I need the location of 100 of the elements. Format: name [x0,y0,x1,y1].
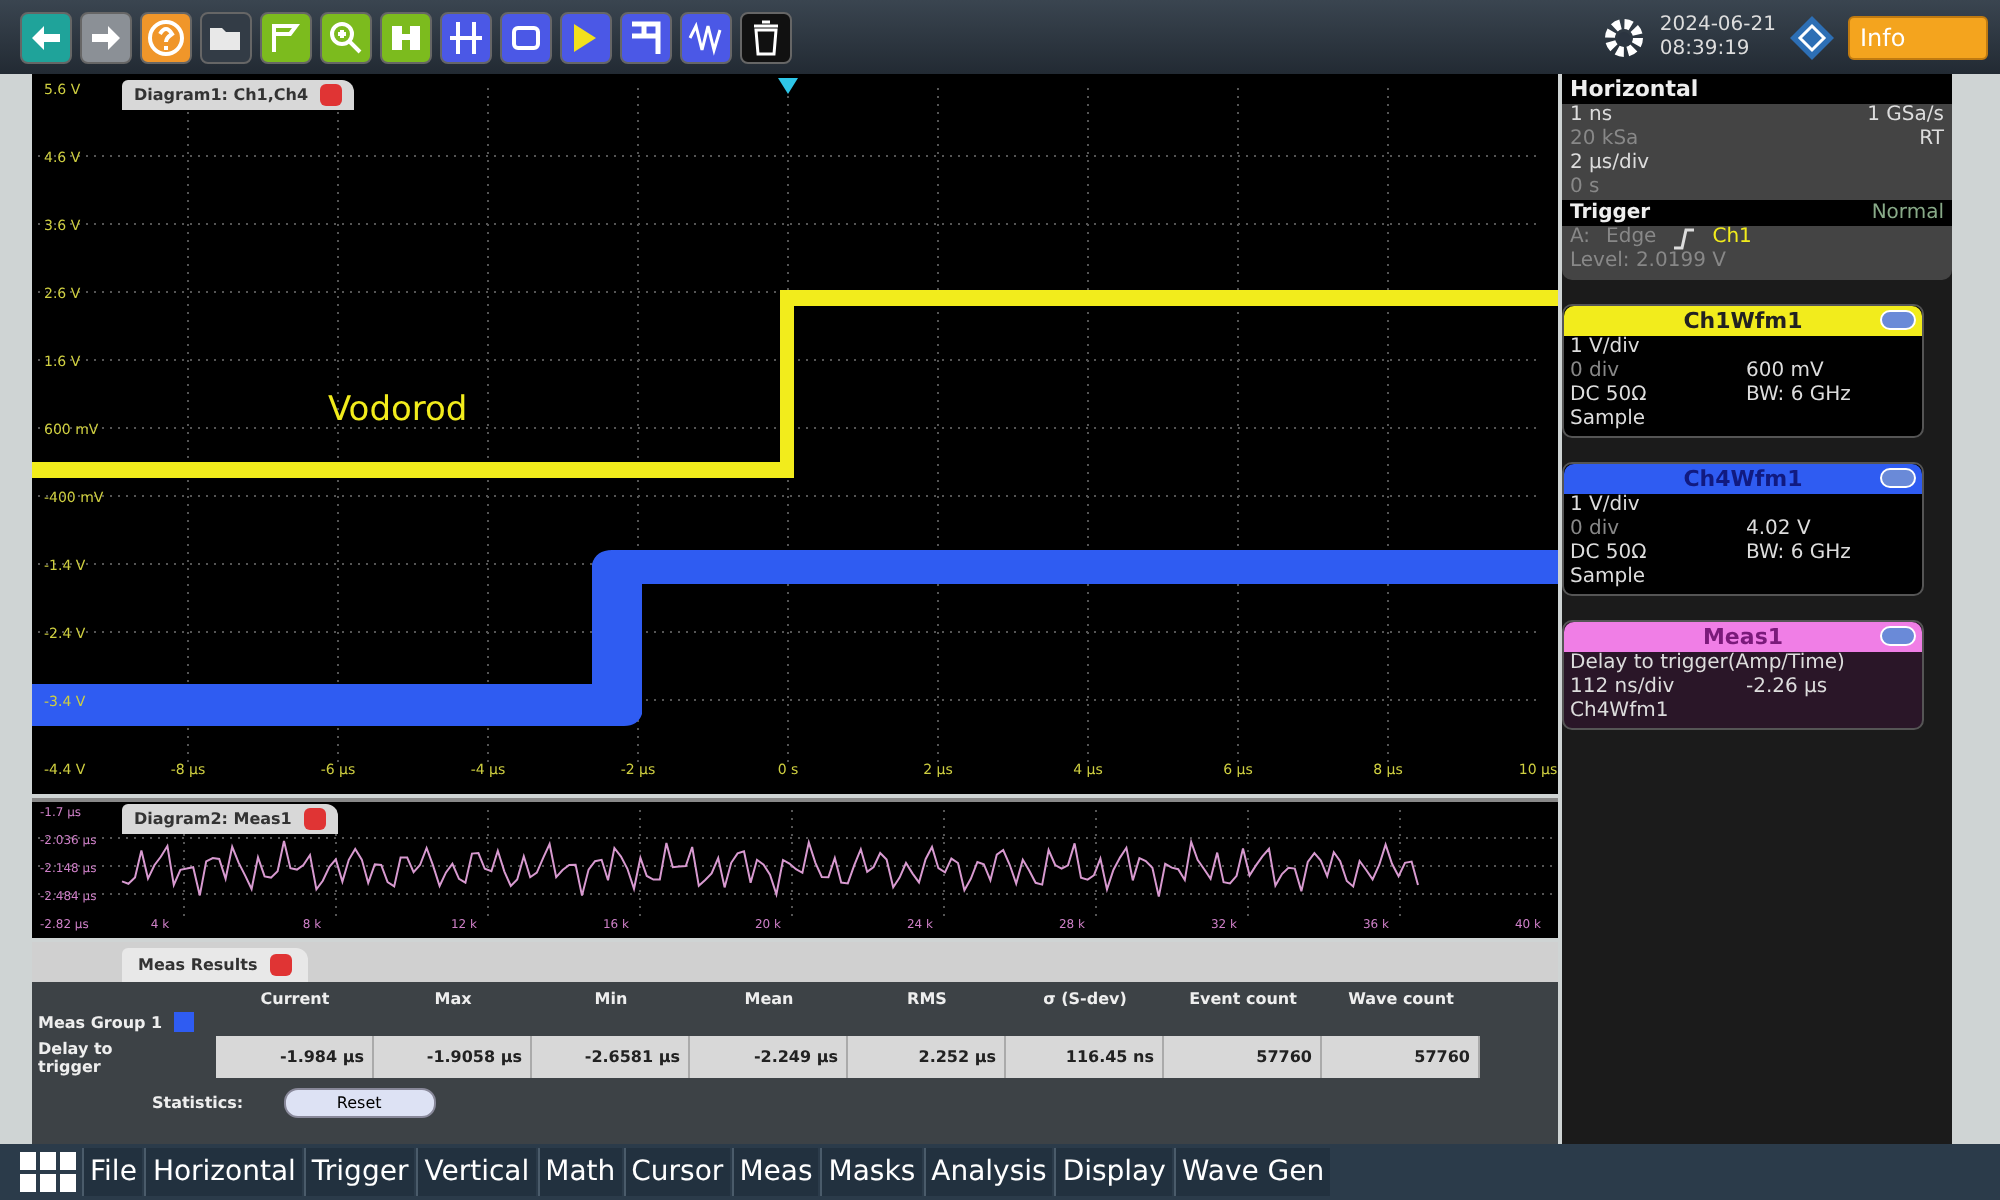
setting-text: 112 ns/div [1570,676,1677,700]
setting-text: 2 µs/div [1570,152,1650,176]
setting-text: 1 V/div [1570,336,1642,360]
close-icon[interactable] [320,84,343,106]
setting-text: Ch4Wfm1 [1570,700,1671,724]
toggle-icon[interactable] [1880,626,1916,646]
setting-text: RT [1919,128,1944,152]
diagram-tab[interactable]: Diagram1: Ch1,Ch4 [122,80,355,110]
setting-text: Edge [1606,226,1657,250]
question-icon [146,17,186,57]
table-cell: -2.6581 µs [532,1036,690,1078]
table-cell: 2.252 µs [848,1036,1006,1078]
diamond-logo-icon [1788,13,1836,61]
menu-item[interactable]: Horizontal [144,1148,302,1196]
toggle-icon[interactable] [1880,310,1916,330]
section-header: Horizontal [1562,74,1952,104]
table-cell: 57760 [1322,1036,1480,1078]
time-text: 08:39:19 [1659,37,1752,61]
menu-item[interactable]: Meas [731,1148,819,1196]
setting-text: BW: 6 GHz [1746,542,1851,566]
row-label: Delay to trigger [36,1039,115,1075]
flag-button[interactable] [560,11,612,63]
cursor-lines-icon [446,17,486,57]
group-checkbox[interactable] [174,1012,195,1032]
menu-item[interactable]: Vertical [416,1148,536,1196]
column-header: Current [258,990,332,1008]
diagram-title: Diagram2: Meas1 [134,810,292,828]
setting-text: 0 div [1570,518,1622,542]
help-button[interactable] [140,11,192,63]
setting-text: Level: 2.0199 V [1570,250,1726,274]
apps-grid-icon[interactable] [20,1150,80,1194]
table-cell: -2.249 µs [690,1036,848,1078]
setting-text: BW: 6 GHz [1746,384,1851,408]
measure-button[interactable] [500,11,552,63]
zoom-button[interactable] [320,11,372,63]
save-button[interactable] [260,11,312,63]
setting-text: 0 s [1570,176,1600,200]
menu-item[interactable]: Display [1054,1148,1172,1196]
wave-button[interactable] [680,11,732,63]
card-title: Meas1 [1702,624,1784,650]
open-button[interactable] [200,11,252,63]
setting-text: Ch1 [1712,226,1752,250]
card-title: Ch1Wfm1 [1683,308,1803,334]
column-header: RMS [905,990,949,1008]
close-icon[interactable] [269,954,292,976]
toggle-icon[interactable] [1880,468,1916,488]
find-button[interactable] [380,11,432,63]
menu-item[interactable]: Analysis [923,1148,1053,1196]
forward-button[interactable] [80,11,132,63]
column-header: σ (S-dev) [1041,990,1129,1008]
menu-item[interactable]: Masks [820,1148,922,1196]
marker-button[interactable] [620,11,672,63]
setting-text: 4.02 V [1746,518,1811,542]
card-header[interactable]: Meas1 [1564,622,1922,652]
trigger-mode-text: Normal [1871,202,1944,224]
table-cell: 116.45 ns [1006,1036,1164,1078]
meas-results-tab[interactable]: Meas Results [122,948,308,982]
cursor-button[interactable] [440,11,492,63]
rising-edge-icon [1672,226,1697,250]
trigger-marker-icon [778,78,798,94]
marker-icon [626,17,666,57]
section-header: Trigger [1570,202,1651,224]
table-cell: 57760 [1164,1036,1322,1078]
column-header: Event count [1187,990,1299,1008]
diagram-title: Diagram1: Ch1,Ch4 [134,86,309,104]
column-header: Max [432,990,474,1008]
close-icon[interactable] [303,808,326,830]
setting-text: 600 mV [1746,360,1824,384]
setting-text: Delay to trigger(Amp/Time) [1570,652,1845,676]
menu-item[interactable]: Wave Gen [1173,1148,1331,1196]
column-header: Wave count [1346,990,1456,1008]
annotation-text: Vodorod [328,390,468,430]
setting-text: Sample [1570,566,1647,590]
setting-text: 1 V/div [1570,494,1642,518]
setting-text: A: [1570,226,1591,250]
menu-item[interactable]: Math [537,1148,622,1196]
column-header: Mean [742,990,796,1008]
setting-text: 20 kSa [1570,128,1639,152]
diagram-tab[interactable]: Diagram2: Meas1 [122,804,338,834]
delete-button[interactable] [740,11,792,63]
zoom-icon [326,17,366,57]
setting-text: 0 div [1570,360,1622,384]
card-title: Ch4Wfm1 [1683,466,1803,492]
date-text: 2024-06-21 [1659,13,1776,37]
settings-icon[interactable] [1599,13,1648,61]
setting-text: -2.26 µs [1746,676,1828,700]
card-header[interactable]: Ch1Wfm1 [1564,306,1922,336]
statistics-label: Statistics: [152,1094,244,1112]
reset-button[interactable]: Reset [283,1088,436,1118]
menu-item[interactable]: Cursor [623,1148,730,1196]
setting-text: DC 50Ω [1570,542,1649,566]
wave-icon [686,17,726,57]
table-cell: -1.984 µs [216,1036,374,1078]
setting-text: 1 ns [1570,104,1613,128]
menu-item[interactable]: File [82,1148,143,1196]
setting-text: 1 GSa/s [1867,104,1944,128]
menu-item[interactable]: Trigger [303,1148,415,1196]
column-header: Min [592,990,630,1008]
back-button[interactable] [20,11,72,63]
table-cell: -1.9058 µs [374,1036,532,1078]
